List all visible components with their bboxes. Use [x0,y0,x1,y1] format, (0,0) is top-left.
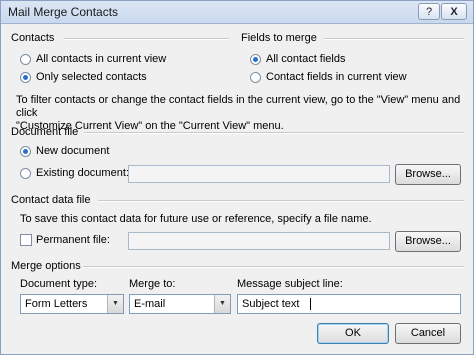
fields-heading: Fields to merge [241,32,317,44]
contact-data-browse-button[interactable]: Browse... [395,231,461,252]
document-file-divider [84,132,464,134]
title-bar: Mail Merge Contacts ? X [1,1,473,24]
all-contacts-radio[interactable] [20,54,31,65]
document-type-value: Form Letters [25,298,88,310]
dialog-body: Contacts All contacts in current view On… [1,24,473,354]
ok-button[interactable]: OK [317,323,389,344]
subject-line-value: Subject text [242,298,300,310]
view-fields-radio[interactable] [250,72,261,83]
all-contacts-label[interactable]: All contacts in current view [36,53,166,65]
existing-document-radio[interactable] [20,168,31,179]
merge-to-label: Merge to: [129,278,176,290]
new-document-radio[interactable] [20,146,31,157]
chevron-down-icon[interactable]: ▼ [214,295,230,313]
cancel-button[interactable]: Cancel [395,323,461,344]
new-document-label[interactable]: New document [36,145,109,157]
selected-contacts-radio[interactable] [20,72,31,83]
merge-options-heading: Merge options [11,260,81,272]
permanent-file-field[interactable] [128,232,390,250]
view-fields-label[interactable]: Contact fields in current view [266,71,407,83]
filter-info-text: To filter contacts or change the contact… [16,94,461,133]
document-type-label: Document type: [20,278,98,290]
close-button[interactable]: X [441,3,467,20]
merge-options-divider [83,266,464,268]
contact-data-divider [98,200,464,202]
all-fields-label[interactable]: All contact fields [266,53,345,65]
permanent-file-checkbox[interactable] [20,234,32,246]
mail-merge-dialog: Mail Merge Contacts ? X Contacts All con… [0,0,474,355]
permanent-file-label[interactable]: Permanent file: [36,234,110,246]
merge-to-value: E-mail [134,298,166,310]
existing-document-label[interactable]: Existing document: [36,167,129,179]
filter-info-line-1: To filter contacts or change the contact… [16,94,461,119]
text-caret [310,298,311,310]
document-file-heading: Document file [11,126,79,138]
contact-data-info: To save this contact data for future use… [20,213,372,225]
selected-contacts-label[interactable]: Only selected contacts [36,71,147,83]
contacts-heading: Contacts [11,32,55,44]
contact-data-heading: Contact data file [11,194,91,206]
all-fields-radio[interactable] [250,54,261,65]
subject-line-input[interactable]: Subject text [237,294,461,314]
merge-to-select[interactable]: E-mail ▼ [129,294,231,314]
contacts-divider [64,38,229,40]
help-button[interactable]: ? [418,3,440,20]
subject-line-label: Message subject line: [237,278,343,290]
existing-document-field[interactable] [128,165,390,183]
chevron-down-icon[interactable]: ▼ [107,295,123,313]
document-browse-button[interactable]: Browse... [395,164,461,185]
fields-divider [324,38,464,40]
document-type-select[interactable]: Form Letters ▼ [20,294,124,314]
dialog-title: Mail Merge Contacts [8,5,119,19]
